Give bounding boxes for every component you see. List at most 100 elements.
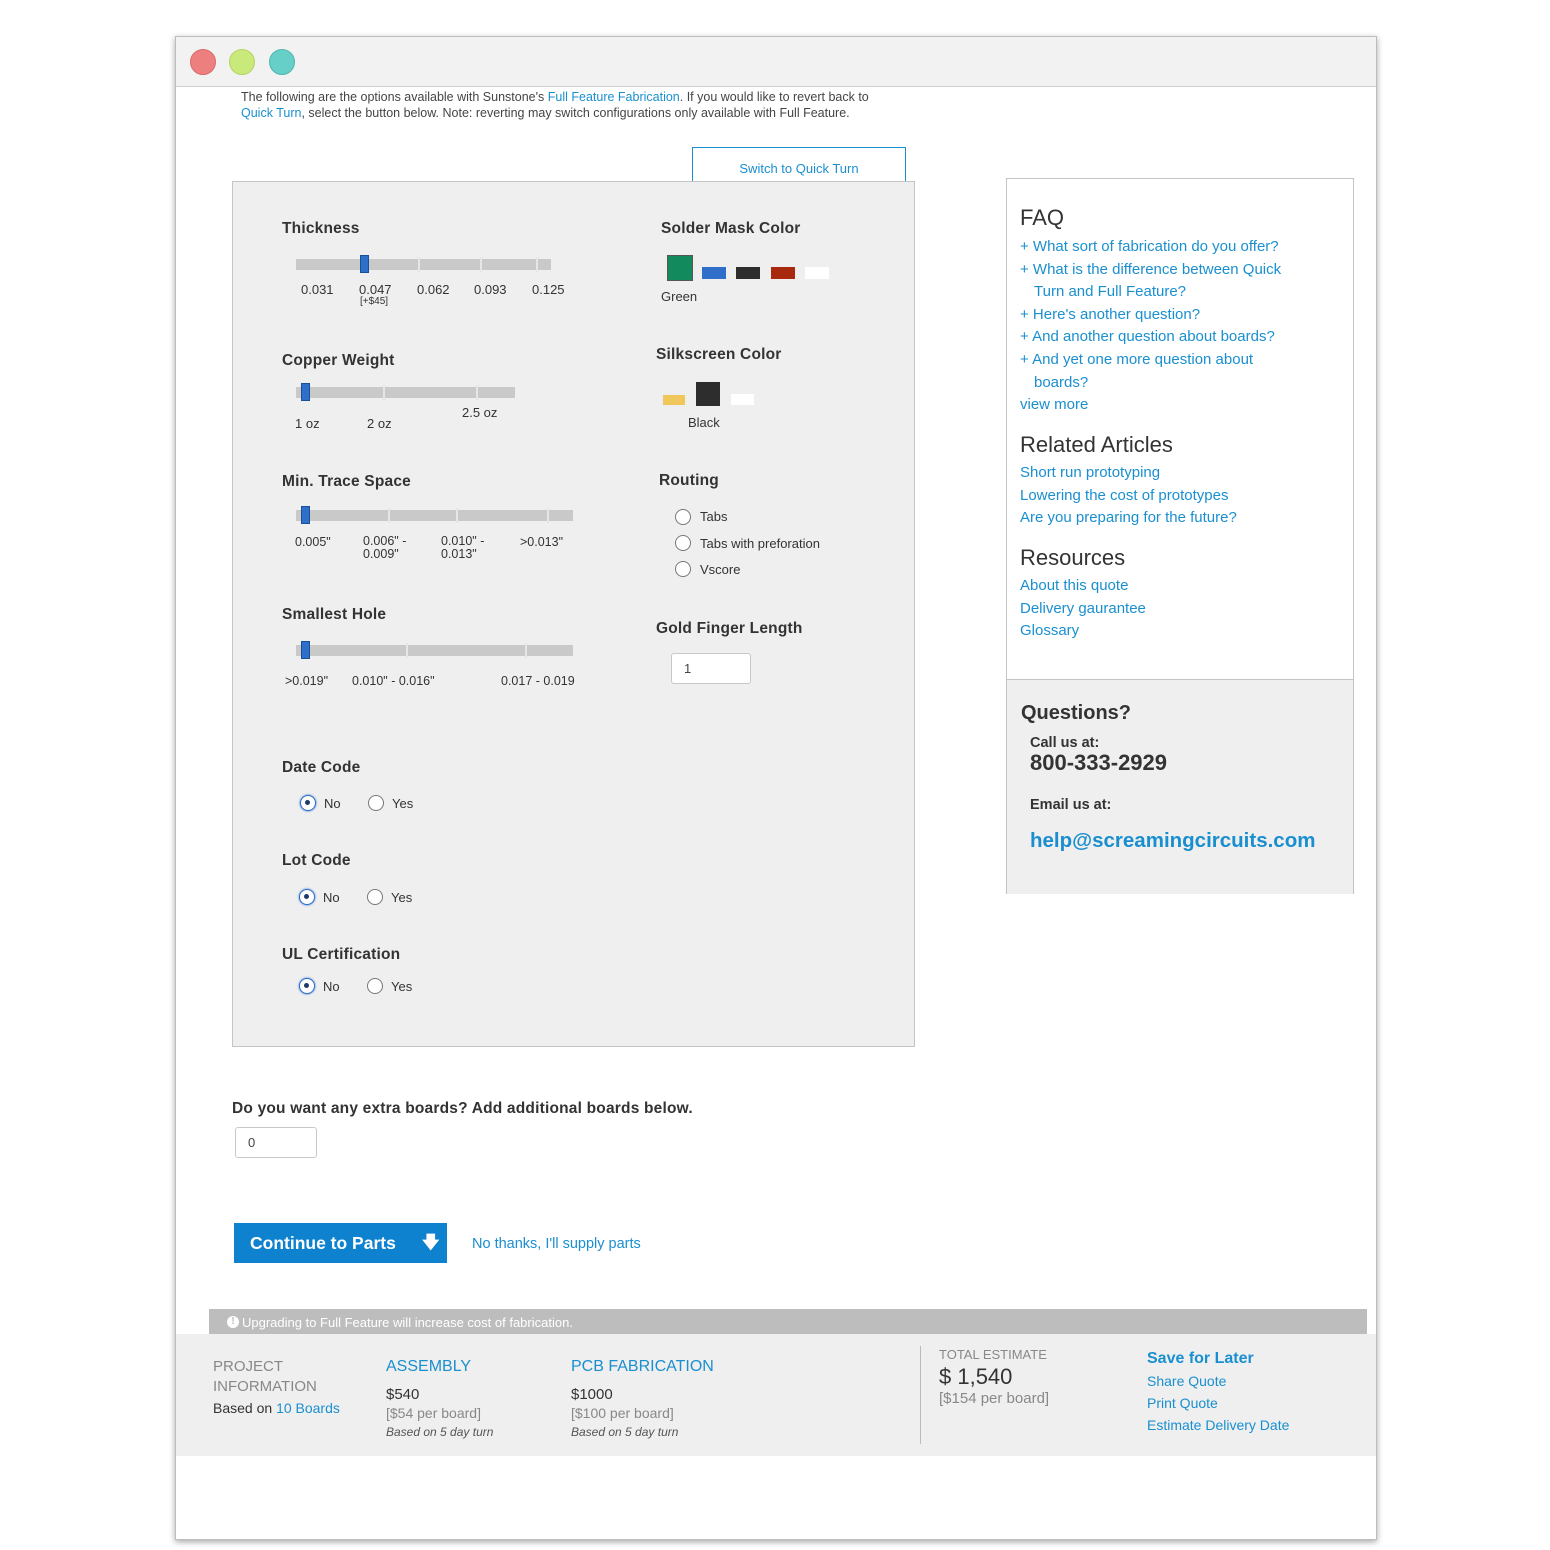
resource-link[interactable]: Glossary — [1020, 620, 1079, 642]
faq-item[interactable]: + What sort of fabrication do you offer? — [1020, 236, 1279, 258]
thickness-slider[interactable] — [296, 255, 551, 273]
routing-tabs-preforation-radio[interactable] — [675, 535, 691, 551]
routing-label: Routing — [659, 472, 719, 489]
faq-item[interactable]: boards? — [1034, 372, 1088, 394]
solder-mask-swatch-black[interactable] — [736, 267, 760, 279]
thickness-label: Thickness — [282, 220, 360, 237]
browser-window: The following are the options available … — [175, 36, 1377, 1540]
copper-weight-label: Copper Weight — [282, 352, 395, 369]
smallest-hole-slider-handle[interactable] — [301, 641, 310, 659]
solder-mask-swatch-blue[interactable] — [702, 267, 726, 279]
resource-link[interactable]: Delivery gaurantee — [1020, 598, 1146, 620]
email-link[interactable]: help@screamingcircuits.com — [1030, 829, 1315, 853]
smallest-hole-tick: >0.019" — [285, 674, 329, 688]
boards-count: Based on 10 Boards — [213, 1400, 340, 1416]
min-trace-space-label: Min. Trace Space — [282, 473, 411, 490]
copper-weight-tick: 2.5 oz — [462, 405, 498, 420]
solder-mask-label: Solder Mask Color — [661, 220, 801, 237]
silkscreen-swatch-black[interactable] — [696, 382, 720, 406]
options-panel: Thickness 0.031 0.047 [+$45] 0.062 0.093… — [232, 181, 915, 1047]
cost-notice-text: Upgrading to Full Feature will increase … — [242, 1315, 573, 1330]
total-estimate: TOTAL ESTIMATE $ 1,540 [$154 per board] — [939, 1347, 1050, 1407]
extra-boards-input[interactable]: 0 — [235, 1127, 317, 1158]
related-article-link[interactable]: Short run prototyping — [1020, 462, 1160, 484]
intro-text: The following are the options available … — [241, 90, 869, 120]
routing-option-label: Tabs — [700, 509, 728, 524]
copper-weight-slider-handle[interactable] — [301, 383, 310, 401]
switch-to-quick-turn-button[interactable]: Switch to Quick Turn — [692, 147, 906, 181]
print-quote-link[interactable]: Print Quote — [1147, 1392, 1289, 1414]
faq-item[interactable]: + And yet one more question about — [1020, 349, 1253, 371]
radio-label: Yes — [391, 890, 413, 905]
radio-label: Yes — [392, 796, 414, 811]
lot-code-yes-radio[interactable] — [367, 889, 383, 905]
gold-finger-input[interactable]: 1 — [671, 653, 751, 684]
radio-label: No — [324, 796, 341, 811]
arrow-down-icon: 🡇 — [422, 1233, 440, 1252]
faq-item[interactable]: + Here's another question? — [1020, 304, 1200, 326]
faq-item[interactable]: Turn and Full Feature? — [1034, 281, 1186, 303]
contact-box: Questions? Call us at: 800-333-2929 Emai… — [1007, 679, 1353, 894]
view-more-link[interactable]: view more — [1020, 394, 1088, 416]
project-information-label: PROJECT INFORMATION — [213, 1358, 317, 1395]
boards-link[interactable]: 10 Boards — [276, 1400, 340, 1416]
silkscreen-selected: Black — [688, 415, 720, 430]
ul-cert-yes-radio[interactable] — [367, 978, 383, 994]
close-window-button[interactable] — [190, 49, 216, 75]
silkscreen-swatch-white[interactable] — [731, 394, 754, 405]
save-for-later-link[interactable]: Save for Later — [1147, 1348, 1289, 1370]
full-feature-link[interactable]: Full Feature Fabrication — [548, 90, 680, 104]
questions-title: Questions? — [1021, 702, 1132, 724]
continue-to-parts-button[interactable]: Continue to Parts 🡇 — [234, 1223, 447, 1263]
related-article-link[interactable]: Lowering the cost of prototypes — [1020, 485, 1228, 507]
routing-option-label: Tabs with preforation — [700, 536, 820, 551]
email-label: Email us at: — [1030, 797, 1112, 813]
pcb-fabrication-summary: PCB FABRICATION $1000 [$100 per board] B… — [571, 1358, 714, 1439]
min-trace-tick: 0.010" -0.013" — [441, 534, 485, 561]
share-quote-link[interactable]: Share Quote — [1147, 1370, 1289, 1392]
assembly-summary: ASSEMBLY $540 [$54 per board] Based on 5… — [386, 1358, 494, 1439]
smallest-hole-tick: 0.017 - 0.019 — [501, 674, 575, 688]
ul-cert-no-radio[interactable] — [299, 978, 315, 994]
radio-label: Yes — [391, 979, 413, 994]
min-trace-tick: >0.013" — [520, 535, 564, 549]
copper-weight-slider[interactable] — [296, 383, 515, 401]
estimate-delivery-link[interactable]: Estimate Delivery Date — [1147, 1414, 1289, 1436]
min-trace-space-slider-handle[interactable] — [301, 506, 310, 524]
lot-code-label: Lot Code — [282, 852, 351, 869]
routing-tabs-radio[interactable] — [675, 509, 691, 525]
maximize-window-button[interactable] — [269, 49, 295, 75]
faq-item[interactable]: + What is the difference between Quick — [1020, 259, 1281, 281]
date-code-no-radio[interactable] — [300, 795, 316, 811]
solder-mask-swatch-white[interactable] — [805, 267, 829, 279]
solder-mask-swatch-red[interactable] — [771, 267, 795, 279]
min-trace-space-slider[interactable] — [296, 506, 573, 524]
thickness-tick: 0.047 — [359, 282, 392, 297]
thickness-tick: 0.062 — [417, 282, 450, 297]
quote-summary-footer: PROJECT INFORMATION Based on 10 Boards A… — [176, 1334, 1376, 1456]
thickness-tick: 0.125 — [532, 282, 565, 297]
radio-label: No — [323, 890, 340, 905]
call-label: Call us at: — [1030, 735, 1100, 751]
minimize-window-button[interactable] — [229, 49, 255, 75]
solder-mask-swatch-green[interactable] — [667, 255, 693, 281]
faq-item[interactable]: + And another question about boards? — [1020, 326, 1275, 348]
info-icon: ! — [227, 1316, 239, 1328]
date-code-yes-radio[interactable] — [368, 795, 384, 811]
related-articles-title: Related Articles — [1020, 432, 1173, 457]
resources-title: Resources — [1020, 545, 1126, 570]
resource-link[interactable]: About this quote — [1020, 575, 1128, 597]
routing-vscore-radio[interactable] — [675, 561, 691, 577]
smallest-hole-label: Smallest Hole — [282, 606, 387, 623]
gold-finger-label: Gold Finger Length — [656, 620, 803, 637]
phone-number: 800-333-2929 — [1030, 750, 1168, 775]
related-article-link[interactable]: Are you preparing for the future? — [1020, 507, 1237, 529]
smallest-hole-slider[interactable] — [296, 641, 573, 659]
thickness-slider-handle[interactable] — [360, 255, 369, 273]
silkscreen-swatch-yellow[interactable] — [663, 395, 685, 405]
min-trace-tick: 0.005" — [295, 535, 331, 549]
quick-turn-link[interactable]: Quick Turn — [241, 106, 301, 120]
supply-parts-link[interactable]: No thanks, I'll supply parts — [472, 1236, 641, 1252]
lot-code-no-radio[interactable] — [299, 889, 315, 905]
cost-notice-bar: ! Upgrading to Full Feature will increas… — [209, 1309, 1367, 1334]
